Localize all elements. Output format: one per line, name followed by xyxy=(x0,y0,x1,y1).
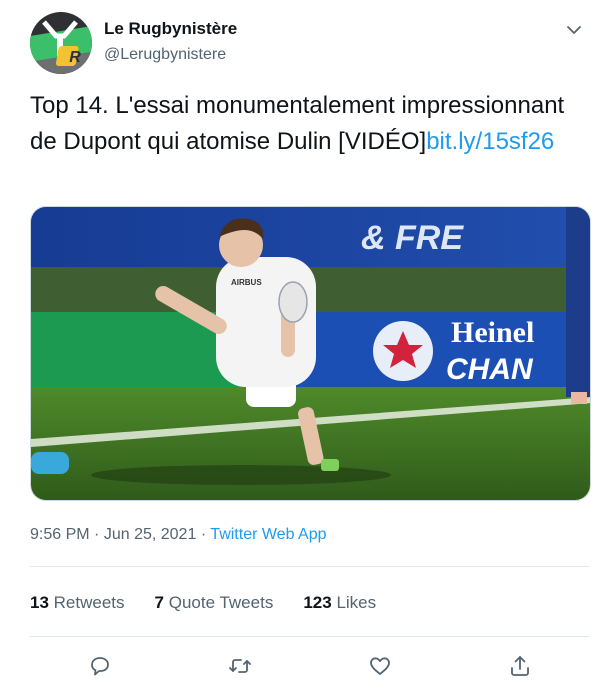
quotes-label: Quote Tweets xyxy=(168,593,274,612)
display-name[interactable]: Le Rugbynistère xyxy=(104,18,237,40)
tweet-header: R Le Rugbynistère @Lerugbynistere xyxy=(30,12,590,76)
meta-separator: · xyxy=(200,526,207,543)
tweet-date[interactable]: Jun 25, 2021 xyxy=(104,526,197,543)
divider xyxy=(30,636,590,637)
tweet-link[interactable]: bit.ly/15sf26 xyxy=(426,128,554,155)
tweet-actions xyxy=(30,648,590,684)
sponsor-text-2: CHAN xyxy=(446,353,534,386)
likes-count: 123 xyxy=(303,593,332,612)
tweet-source[interactable]: Twitter Web App xyxy=(210,526,326,543)
divider xyxy=(30,566,590,567)
author-block[interactable]: Le Rugbynistère @Lerugbynistere xyxy=(104,18,237,66)
heart-icon[interactable] xyxy=(362,648,398,684)
chevron-down-icon[interactable] xyxy=(564,20,584,40)
tweet-stats: 13 Retweets 7 Quote Tweets 123 Likes xyxy=(30,592,376,614)
likes-label: Likes xyxy=(336,593,377,612)
tweet-meta: 9:56 PM · Jun 25, 2021 · Twitter Web App xyxy=(30,524,327,546)
share-icon[interactable] xyxy=(502,648,538,684)
tweet-media-image[interactable]: & FRE Heinel CHAN AIRBUS xyxy=(30,206,591,501)
meta-separator: · xyxy=(94,526,100,543)
retweets-count: 13 xyxy=(30,593,49,612)
jersey-brand: AIRBUS xyxy=(231,278,262,287)
retweets-stat[interactable]: 13 Retweets xyxy=(30,592,125,614)
banner-text: & FRE xyxy=(361,219,464,257)
tweet-text: Top 14. L'essai monumentalement impressi… xyxy=(30,88,590,160)
svg-text:R: R xyxy=(69,49,81,66)
tweet-time[interactable]: 9:56 PM xyxy=(30,526,90,543)
sponsor-text-1: Heinel xyxy=(451,316,534,349)
quote-tweets-stat[interactable]: 7 Quote Tweets xyxy=(155,592,274,614)
quotes-count: 7 xyxy=(154,593,164,612)
reply-icon[interactable] xyxy=(82,648,118,684)
likes-stat[interactable]: 123 Likes xyxy=(303,592,376,614)
retweets-label: Retweets xyxy=(53,593,125,612)
avatar[interactable]: R xyxy=(30,12,92,74)
retweet-icon[interactable] xyxy=(222,648,258,684)
handle[interactable]: @Lerugbynistere xyxy=(104,44,237,66)
